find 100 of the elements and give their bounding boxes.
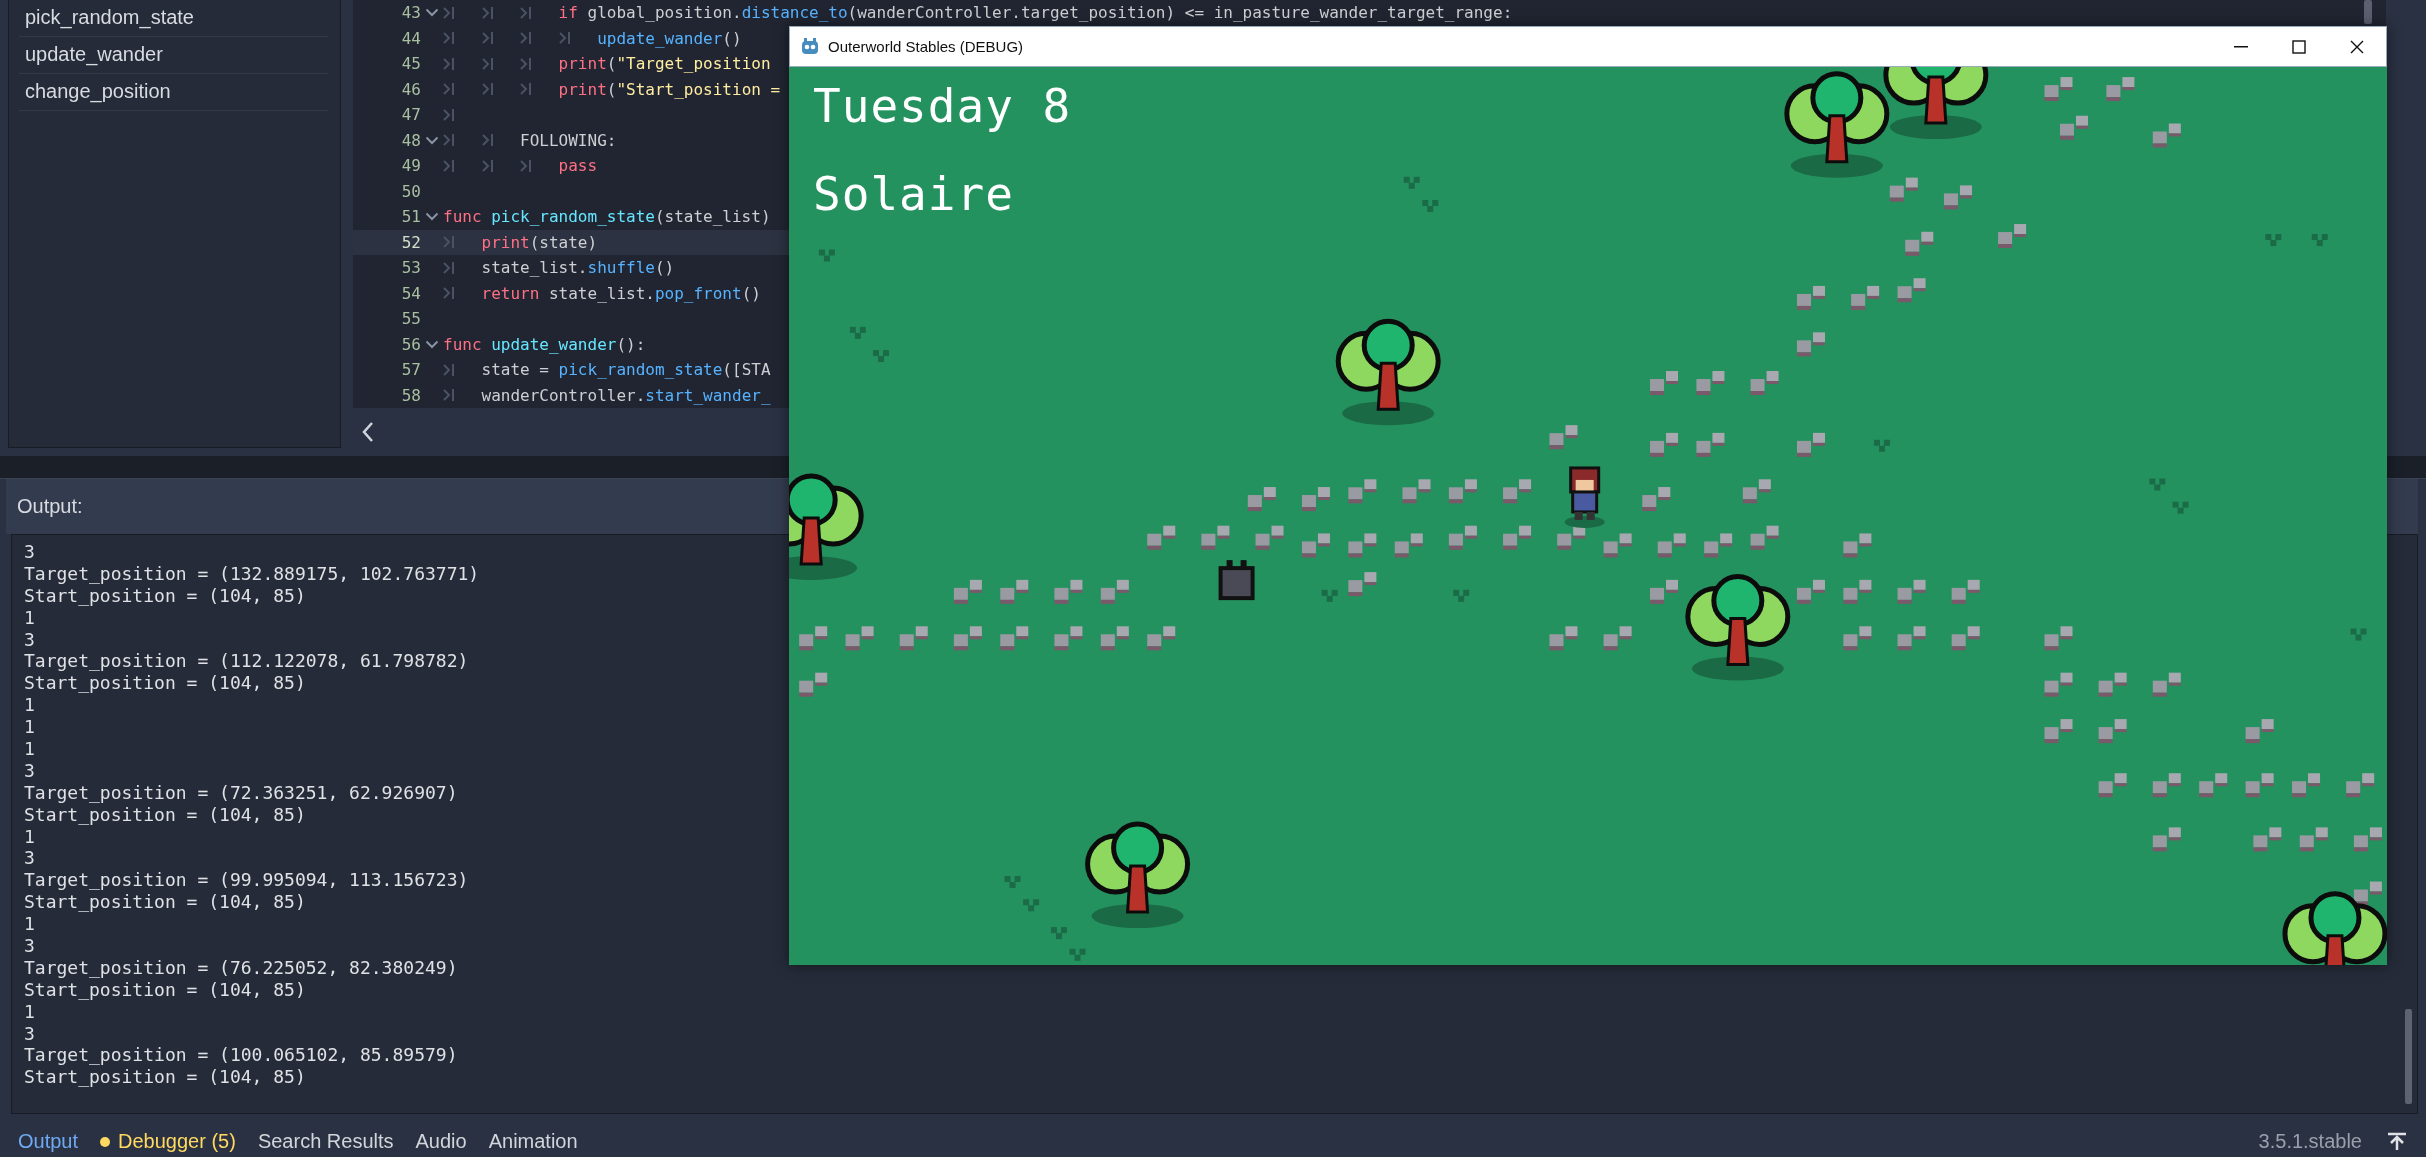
tab-marker-icon	[481, 5, 494, 20]
log-line: Start_position = (104, 85)	[24, 584, 306, 607]
log-line: 3	[24, 759, 35, 782]
line-number: 47	[400, 105, 421, 125]
log-line: Target_position = (132.889175, 102.763771)	[24, 562, 480, 585]
log-line: 3	[24, 1022, 35, 1045]
log-line: 1	[24, 1000, 35, 1023]
line-number: 54	[400, 283, 421, 303]
panel-title: Output:	[17, 495, 83, 518]
code-text: print("Start_position =	[558, 79, 781, 99]
hud-text: Solaire	[813, 167, 1014, 221]
code-text: state = pick_random_state([STA	[481, 360, 771, 380]
code-text: func update_wander():	[443, 334, 646, 354]
hud-text: Tuesday 8	[813, 79, 1072, 133]
scrollbar-thumb[interactable]	[2405, 1009, 2412, 1104]
tab-marker-icon	[520, 158, 533, 173]
line-number: 44	[400, 28, 421, 48]
tab-marker-icon	[443, 158, 455, 173]
log-line: 1	[24, 825, 35, 848]
tab-marker-icon	[443, 362, 455, 377]
tab-marker-icon	[443, 235, 455, 250]
panel-tab[interactable]: Output	[10, 1126, 87, 1157]
log-line: Start_position = (104, 85)	[24, 891, 306, 914]
tab-label: Debugger (5)	[118, 1130, 236, 1153]
tab-marker-icon	[520, 31, 533, 46]
log-line: 3	[24, 935, 35, 957]
tab-marker-icon	[443, 107, 455, 122]
scrollbar-thumb[interactable]	[2364, 0, 2372, 24]
log-line: 1	[24, 694, 35, 717]
log-line: Start_position = (104, 85)	[24, 803, 306, 826]
panel-tab[interactable]: Animation	[480, 1126, 586, 1157]
tab-marker-icon	[443, 5, 455, 20]
app-icon	[800, 36, 820, 57]
code-text: print(state)	[481, 232, 598, 252]
line-number: 43	[400, 3, 421, 23]
tab-marker-icon	[443, 286, 455, 301]
log-line: Start_position = (104, 85)	[24, 672, 306, 695]
log-line: 1	[24, 738, 35, 760]
panel-tab[interactable]: Debugger (5)	[92, 1126, 244, 1157]
maximize-icon	[2292, 39, 2306, 54]
panel-tab[interactable]: Audio	[407, 1126, 475, 1157]
tab-marker-icon	[520, 5, 533, 20]
log-line: 1	[24, 913, 35, 936]
tab-marker-icon	[443, 31, 455, 46]
chevron-left-icon	[361, 421, 375, 443]
line-number: 56	[400, 334, 421, 354]
log-line: Target_position = (112.122078, 61.798782)	[24, 650, 469, 673]
line-number: 51	[400, 207, 421, 227]
line-number: 45	[400, 54, 421, 74]
code-text: if global_position.distance_to(wanderController.target_position) <= in_pasture_wander_target_range:	[558, 3, 1513, 23]
log-line: Target_position = (99.995094, 113.156723)	[24, 869, 469, 892]
warning-dot-icon	[100, 1136, 111, 1147]
log-line: 1	[24, 716, 35, 739]
log-line: 3	[24, 541, 35, 563]
tab-marker-icon	[481, 158, 494, 173]
tab-marker-icon	[443, 56, 455, 71]
close-icon	[2350, 39, 2364, 54]
tab-marker-icon	[558, 31, 571, 46]
log-line: Target_position = (100.065102, 85.89579)	[24, 1044, 458, 1067]
log-line: Target_position = (76.225052, 82.380249)	[24, 956, 458, 979]
method-list-item[interactable]: pick_random_state	[25, 0, 194, 34]
line-number: 48	[400, 130, 421, 150]
tab-marker-icon	[481, 133, 494, 148]
code-text: func pick_random_state(state_list)	[443, 207, 771, 227]
line-number: 50	[400, 181, 421, 201]
log-line: Target_position = (72.363251, 62.926907)	[24, 781, 458, 804]
code-text: return state_list.pop_front()	[481, 283, 761, 303]
line-number: 52	[400, 232, 421, 252]
line-number: 53	[400, 258, 421, 278]
log-line: Start_position = (104, 85)	[24, 1066, 306, 1089]
version-label: 3.5.1.stable	[2258, 1130, 2362, 1153]
log-line: 1	[24, 606, 35, 629]
line-number: 58	[400, 385, 421, 405]
line-number: 46	[400, 79, 421, 99]
log-line: 3	[24, 628, 35, 651]
tab-marker-icon	[443, 260, 455, 275]
tab-marker-icon	[481, 56, 494, 71]
code-text: print("Target_position	[558, 54, 771, 74]
line-number: 49	[400, 156, 421, 176]
panel-tab[interactable]: Search Results	[249, 1126, 402, 1157]
code-text: pass	[558, 156, 598, 176]
code-text: FOLLOWING:	[520, 130, 617, 150]
minimize-icon	[2234, 45, 2248, 48]
log-line: Start_position = (104, 85)	[24, 978, 306, 1001]
tab-marker-icon	[520, 82, 533, 97]
expand-panel-icon[interactable]	[2386, 1131, 2408, 1152]
code-text: update_wander()	[597, 28, 742, 48]
line-number: 55	[400, 309, 421, 329]
tab-marker-icon	[481, 82, 494, 97]
line-number: 57	[400, 360, 421, 380]
window-title: Outerworld Stables (DEBUG)	[828, 38, 1024, 55]
code-text: state_list.shuffle()	[481, 258, 675, 278]
tab-marker-icon	[520, 56, 533, 71]
tab-marker-icon	[443, 133, 455, 148]
tab-marker-icon	[481, 31, 494, 46]
code-text: wanderController.start_wander_	[481, 385, 771, 405]
log-line: 3	[24, 847, 35, 870]
method-list-item[interactable]: update_wander	[25, 37, 163, 71]
method-list-item[interactable]: change_position	[25, 74, 171, 108]
tab-marker-icon	[443, 82, 455, 97]
